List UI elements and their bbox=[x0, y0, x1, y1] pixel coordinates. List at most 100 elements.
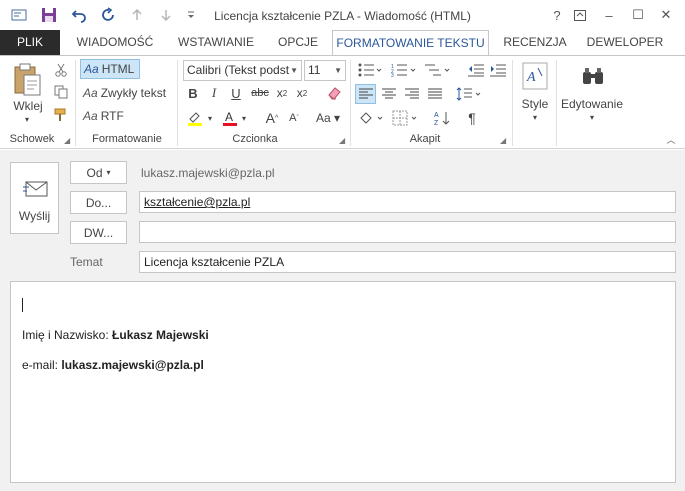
collapse-ribbon-icon[interactable]: ︿ bbox=[664, 132, 678, 146]
grow-font-icon[interactable]: A ^ bbox=[263, 108, 281, 128]
tab-insert[interactable]: WSTAWIANIE bbox=[170, 30, 262, 55]
signature-email-line: e-mail: lukasz.majewski@pzla.pl bbox=[22, 358, 204, 372]
borders-icon[interactable] bbox=[390, 108, 420, 128]
font-name-select[interactable]: Calibri (Tekst podst ▼ bbox=[183, 60, 302, 81]
from-value: lukasz.majewski@pzla.pl bbox=[141, 166, 275, 180]
cc-field[interactable] bbox=[139, 221, 676, 243]
group-label-formatting: Formatowanie bbox=[92, 133, 162, 145]
tab-review[interactable]: RECENZJA bbox=[497, 30, 573, 55]
paste-icon[interactable] bbox=[10, 62, 46, 98]
styles-button[interactable]: Style bbox=[517, 96, 553, 112]
font-color-icon[interactable]: A bbox=[221, 108, 239, 128]
close-button[interactable]: ✕ bbox=[652, 4, 680, 26]
align-left-icon[interactable] bbox=[355, 84, 376, 104]
format-plain-label: Zwykły tekst bbox=[100, 86, 167, 100]
format-html-button[interactable]: Aa HTML bbox=[80, 59, 140, 79]
bold-icon[interactable]: B bbox=[185, 84, 201, 102]
tab-format-text[interactable]: FORMATOWANIE TEKSTU bbox=[332, 30, 489, 56]
email-value: lukasz.majewski@pzla.pl bbox=[61, 358, 204, 372]
svg-text:A: A bbox=[225, 110, 233, 124]
subject-field[interactable]: Licencja kształcenie PZLA bbox=[139, 251, 676, 273]
chevron-down-icon: ▼ bbox=[290, 66, 298, 75]
format-painter-icon[interactable] bbox=[52, 106, 70, 124]
chevron-down-icon[interactable]: ▾ bbox=[530, 112, 540, 122]
styles-icon[interactable]: A bbox=[520, 60, 550, 92]
format-plain-icon: Aa bbox=[83, 86, 98, 100]
increase-indent-icon[interactable] bbox=[488, 61, 508, 79]
minimize-button[interactable]: – bbox=[595, 4, 623, 26]
divider bbox=[556, 60, 557, 146]
paste-button[interactable]: Wklej bbox=[8, 98, 48, 114]
clipboard-launcher-icon[interactable]: ◢ bbox=[64, 136, 70, 145]
paste-dropdown-icon[interactable]: ▾ bbox=[20, 114, 34, 124]
to-recipient[interactable]: kształcenie@pzla.pl bbox=[144, 195, 250, 209]
text-cursor bbox=[22, 298, 23, 312]
line-spacing-icon[interactable] bbox=[454, 84, 484, 104]
numbering-icon[interactable]: 123 bbox=[389, 61, 419, 79]
ribbon: Wklej ▾ Schowek ◢ Aa HTML Aa Zwykły teks… bbox=[0, 55, 685, 149]
from-button[interactable]: Od ▾ bbox=[70, 161, 127, 184]
shading-icon[interactable] bbox=[356, 108, 386, 128]
group-label-paragraph: Akapit bbox=[409, 133, 441, 145]
underline-icon[interactable]: U bbox=[228, 84, 244, 102]
divider bbox=[350, 60, 351, 146]
multilevel-list-icon[interactable] bbox=[423, 61, 453, 79]
format-html-icon: Aa bbox=[84, 62, 99, 76]
cc-button[interactable]: DW... bbox=[70, 221, 127, 244]
subject-label: Temat bbox=[70, 255, 103, 269]
svg-text:A: A bbox=[434, 112, 439, 119]
format-plain-text-button[interactable]: Aa Zwykły tekst bbox=[80, 83, 172, 103]
font-size-select[interactable]: 11 ▼ bbox=[304, 60, 346, 81]
clear-formatting-icon[interactable] bbox=[325, 84, 343, 102]
paragraph-launcher-icon[interactable]: ◢ bbox=[500, 136, 506, 145]
align-right-icon[interactable] bbox=[401, 84, 422, 104]
send-label: Wyślij bbox=[18, 209, 51, 223]
chevron-down-icon[interactable]: ▾ bbox=[587, 112, 597, 122]
decrease-indent-icon[interactable] bbox=[466, 61, 486, 79]
justify-icon[interactable] bbox=[424, 84, 445, 104]
subscript-icon[interactable]: x2 bbox=[274, 84, 290, 102]
highlight-icon[interactable] bbox=[185, 108, 205, 128]
ribbon-tabs: PLIK WIADOMOŚĆ WSTAWIANIE OPCJE FORMATOW… bbox=[0, 30, 685, 56]
chevron-down-icon: ▼ bbox=[334, 66, 342, 75]
divider bbox=[75, 60, 76, 146]
tab-developer[interactable]: DEWELOPER bbox=[583, 30, 667, 55]
sort-icon[interactable]: AZ bbox=[432, 108, 454, 128]
chevron-down-icon[interactable]: ▾ bbox=[239, 112, 249, 124]
format-html-label: HTML bbox=[101, 62, 135, 76]
editing-button[interactable]: Edytowanie bbox=[558, 96, 626, 112]
message-body[interactable]: Imię i Nazwisko: Łukasz Majewski e-mail:… bbox=[10, 281, 676, 483]
send-icon bbox=[23, 179, 49, 202]
italic-icon[interactable]: I bbox=[206, 84, 222, 102]
bullets-icon[interactable] bbox=[356, 61, 384, 79]
from-button-label: Od bbox=[86, 165, 103, 180]
cut-icon[interactable] bbox=[52, 61, 70, 79]
tab-options[interactable]: OPCJE bbox=[272, 30, 324, 55]
show-paragraph-marks-icon[interactable]: ¶ bbox=[462, 108, 482, 128]
ribbon-display-options-button[interactable] bbox=[566, 4, 594, 26]
superscript-icon[interactable]: x2 bbox=[294, 84, 310, 102]
to-button[interactable]: Do... bbox=[70, 191, 127, 214]
align-center-icon[interactable] bbox=[378, 84, 399, 104]
format-rtf-icon: Aa bbox=[83, 109, 98, 123]
change-case-icon[interactable]: Aa ▾ bbox=[313, 108, 343, 128]
svg-text:Z: Z bbox=[434, 120, 439, 126]
svg-text:A: A bbox=[526, 70, 536, 85]
strikethrough-icon[interactable]: abc bbox=[250, 84, 270, 102]
send-button[interactable]: Wyślij bbox=[10, 162, 59, 234]
font-size-value: 11 bbox=[308, 63, 321, 77]
shrink-font-icon[interactable]: Aˇ bbox=[285, 108, 303, 128]
chevron-down-icon[interactable]: ▾ bbox=[205, 112, 215, 124]
copy-icon[interactable] bbox=[52, 83, 70, 101]
group-label-clipboard: Schowek bbox=[9, 133, 55, 145]
svg-text:3: 3 bbox=[391, 73, 394, 77]
tab-file[interactable]: PLIK bbox=[0, 30, 60, 55]
tab-message[interactable]: WIADOMOŚĆ bbox=[70, 30, 160, 55]
format-rtf-label: RTF bbox=[100, 109, 124, 123]
format-rtf-button[interactable]: Aa RTF bbox=[80, 106, 140, 126]
binoculars-icon[interactable] bbox=[578, 60, 608, 92]
chevron-down-icon: ▾ bbox=[106, 168, 111, 177]
to-field[interactable]: kształcenie@pzla.pl bbox=[139, 191, 676, 213]
font-launcher-icon[interactable]: ◢ bbox=[339, 136, 345, 145]
maximize-button[interactable]: ☐ bbox=[624, 4, 652, 26]
